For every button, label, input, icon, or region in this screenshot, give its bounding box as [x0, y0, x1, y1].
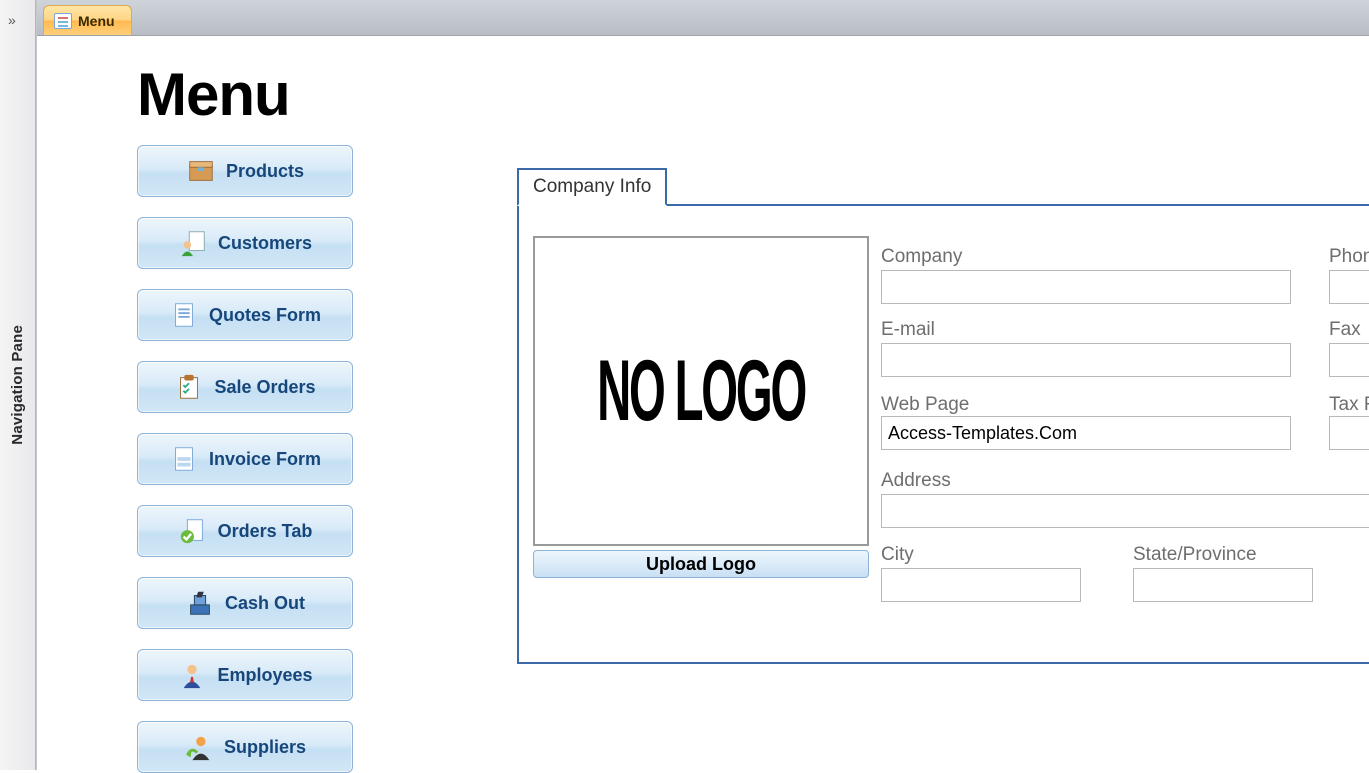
menu-button-invoice-form[interactable]: Invoice Form: [137, 433, 353, 485]
menu-button-label: Invoice Form: [209, 449, 321, 470]
menu-button-cash-out[interactable]: Cash Out: [137, 577, 353, 629]
page-body: Menu Products Customers Quotes Form: [37, 36, 1369, 770]
document-tab-strip: Menu: [37, 0, 1369, 36]
menu-button-sale-orders[interactable]: Sale Orders: [137, 361, 353, 413]
input-city[interactable]: [881, 568, 1081, 602]
supplier-icon: [184, 732, 214, 762]
input-fax[interactable]: [1329, 343, 1369, 377]
tab-label: Menu: [78, 13, 115, 29]
clipboard-icon: [174, 372, 204, 402]
menu-button-label: Quotes Form: [209, 305, 321, 326]
label-fax: Fax: [1329, 319, 1361, 341]
menu-button-label: Products: [226, 161, 304, 182]
cash-register-icon: [185, 588, 215, 618]
invoice-icon: [169, 444, 199, 474]
menu-button-customers[interactable]: Customers: [137, 217, 353, 269]
input-phone[interactable]: [1329, 270, 1369, 304]
check-page-icon: [178, 516, 208, 546]
menu-button-label: Suppliers: [224, 737, 306, 758]
page-title: Menu: [137, 60, 1369, 129]
label-city: City: [881, 544, 914, 566]
input-company[interactable]: [881, 270, 1291, 304]
input-email[interactable]: [881, 343, 1291, 377]
person-page-icon: [178, 228, 208, 258]
label-webpage: Web Page: [881, 394, 969, 416]
input-taxrate[interactable]: [1329, 416, 1369, 450]
label-address: Address: [881, 470, 951, 492]
tab-menu[interactable]: Menu: [43, 5, 132, 35]
menu-buttons-column: Products Customers Quotes Form Sale Orde…: [137, 145, 353, 773]
menu-button-label: Customers: [218, 233, 312, 254]
tab-company-info-label: Company Info: [533, 176, 651, 198]
box-icon: [186, 156, 216, 186]
label-phone: Phone: [1329, 246, 1369, 268]
form-icon: [54, 13, 72, 29]
menu-button-label: Orders Tab: [218, 521, 313, 542]
navigation-pane-collapsed[interactable]: » Navigation Pane: [0, 0, 36, 770]
employee-icon: [177, 660, 207, 690]
menu-button-quotes-form[interactable]: Quotes Form: [137, 289, 353, 341]
input-state[interactable]: [1133, 568, 1313, 602]
upload-logo-label: Upload Logo: [646, 554, 756, 575]
menu-button-products[interactable]: Products: [137, 145, 353, 197]
menu-button-label: Employees: [217, 665, 312, 686]
logo-placeholder-text: NO LOGO: [597, 342, 805, 441]
navigation-pane-label: Navigation Pane: [9, 325, 26, 445]
tab-company-info[interactable]: Company Info: [517, 168, 667, 206]
document-area: Menu Menu Products Customers: [36, 0, 1369, 770]
upload-logo-button[interactable]: Upload Logo: [533, 550, 869, 578]
menu-button-suppliers[interactable]: Suppliers: [137, 721, 353, 773]
label-state: State/Province: [1133, 544, 1257, 566]
document-icon: [169, 300, 199, 330]
label-taxrate: Tax Rate: [1329, 394, 1369, 416]
menu-button-orders-tab[interactable]: Orders Tab: [137, 505, 353, 557]
company-info-panel: Company Info NO LOGO Upload Logo Company…: [517, 204, 1369, 664]
label-email: E-mail: [881, 319, 935, 341]
nav-expand-icon[interactable]: »: [8, 12, 16, 28]
label-company: Company: [881, 246, 962, 268]
logo-placeholder[interactable]: NO LOGO: [533, 236, 869, 546]
input-address[interactable]: [881, 494, 1369, 528]
input-webpage[interactable]: [881, 416, 1291, 450]
menu-button-label: Cash Out: [225, 593, 305, 614]
menu-button-label: Sale Orders: [214, 377, 315, 398]
menu-button-employees[interactable]: Employees: [137, 649, 353, 701]
